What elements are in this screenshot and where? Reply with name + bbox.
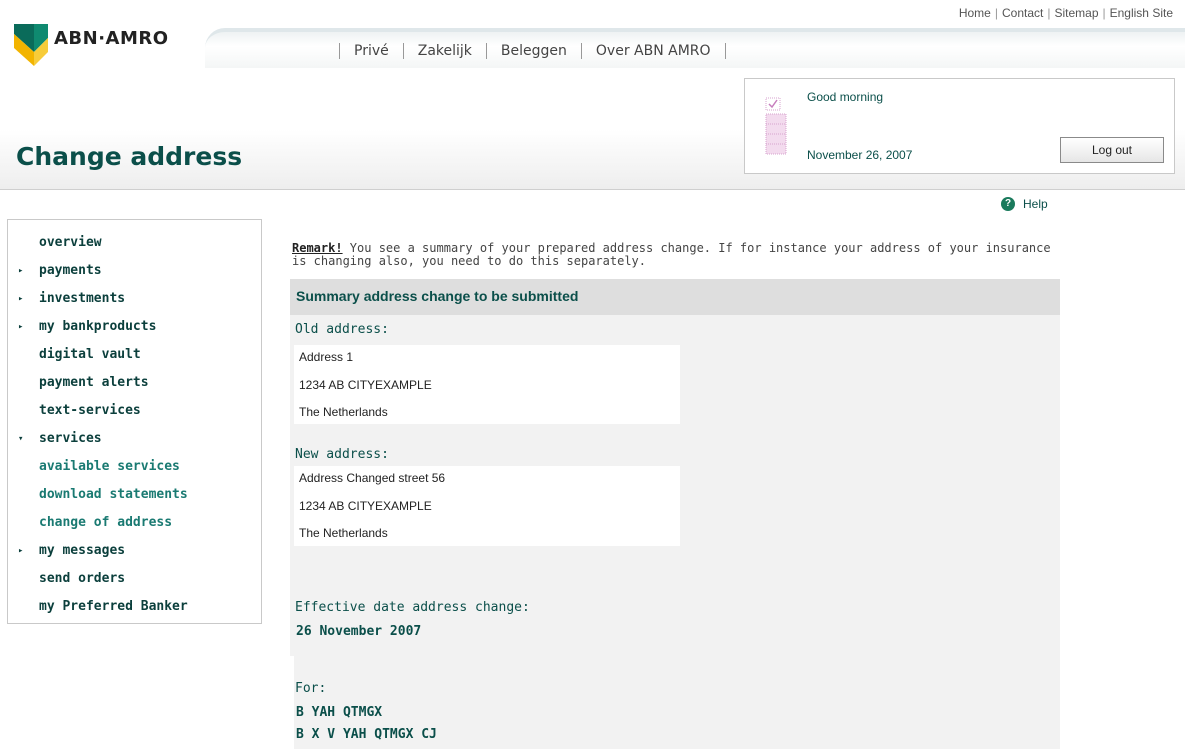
nav-beleggen[interactable]: Beleggen — [485, 43, 581, 59]
separator: | — [1047, 6, 1051, 20]
sidebar-item-label: my messages — [39, 543, 126, 558]
link-sitemap[interactable]: Sitemap — [1054, 6, 1098, 20]
sidebar-item-text-services[interactable]: text-services — [8, 401, 261, 421]
main-nav: Privé Zakelijk Beleggen Over ABN AMRO — [205, 28, 1185, 68]
sidebar-item-my-messages[interactable]: ▸ my messages — [8, 541, 261, 561]
for-name-2: B X V YAH QTMGX CJ — [296, 727, 437, 742]
chevron-right-icon: ▸ — [18, 294, 24, 304]
old-address-line-2: 1234 AB CITYEXAMPLE — [299, 378, 432, 392]
logout-button[interactable]: Log out — [1060, 137, 1164, 163]
new-address-label: New address: — [295, 447, 389, 462]
sidebar-item-available-services[interactable]: available services — [8, 457, 261, 477]
sidebar-item-label: text-services — [39, 403, 141, 418]
sidebar-item-payment-alerts[interactable]: payment alerts — [8, 373, 261, 393]
shield-logo-icon — [14, 24, 48, 66]
chevron-right-icon: ▸ — [18, 546, 24, 556]
nav-prive[interactable]: Privé — [339, 43, 403, 59]
sidebar-menu: overview ▸ payments ▸ investments ▸ my bank… — [7, 219, 262, 624]
calculator-icon — [765, 97, 787, 155]
separator: | — [1102, 6, 1106, 20]
sidebar-item-overview[interactable]: overview — [8, 233, 261, 253]
sidebar-item-send-orders[interactable]: send orders — [8, 569, 261, 589]
page-title: Change address — [16, 142, 243, 171]
remark-text: Remark! You see a summary of your prepar… — [292, 242, 1062, 268]
greeting-date: November 26, 2007 — [807, 148, 913, 162]
new-address-line-2: 1234 AB CITYEXAMPLE — [299, 499, 432, 513]
sidebar-item-my-preferred-banker[interactable]: my Preferred Banker — [8, 597, 261, 617]
old-address-line-1: Address 1 — [299, 350, 354, 364]
sidebar-item-investments[interactable]: ▸ investments — [8, 289, 261, 309]
chevron-down-icon: ▾ — [18, 434, 24, 444]
sidebar-item-label: payment alerts — [39, 375, 149, 390]
greeting-text: Good morning — [807, 90, 884, 104]
nav-over-abn-amro[interactable]: Over ABN AMRO — [580, 43, 725, 59]
for-label: For: — [295, 681, 327, 696]
panel-edge — [290, 656, 294, 749]
new-address-box: Address Changed street 56 1234 AB CITYEX… — [294, 466, 680, 546]
link-contact[interactable]: Contact — [1002, 6, 1043, 20]
sidebar-item-services[interactable]: ▾ services — [8, 429, 261, 449]
help-icon: ? — [1001, 197, 1015, 211]
sidebar-item-label: investments — [39, 291, 126, 306]
sidebar-item-label: change of address — [39, 515, 173, 530]
chevron-right-icon: ▸ — [18, 322, 24, 332]
separator: | — [994, 6, 998, 20]
chevron-right-icon: ▸ — [18, 266, 24, 276]
sidebar-item-digital-vault[interactable]: digital vault — [8, 345, 261, 365]
new-address-line-3: The Netherlands — [299, 526, 388, 540]
old-address-box: Address 1 1234 AB CITYEXAMPLE The Nether… — [294, 345, 680, 424]
help-label: Help — [1023, 197, 1048, 211]
link-home[interactable]: Home — [959, 6, 991, 20]
sidebar-item-change-of-address[interactable]: change of address — [8, 513, 261, 533]
sidebar-item-payments[interactable]: ▸ payments — [8, 261, 261, 281]
for-name-1: B YAH QTMGX — [296, 705, 383, 720]
effective-date-label: Effective date address change: — [295, 600, 530, 615]
old-address-line-3: The Netherlands — [299, 405, 388, 419]
summary-heading: Summary address change to be submitted — [290, 279, 1060, 315]
sidebar-item-label: services — [39, 431, 102, 446]
logo-text: ABN·AMRO — [54, 27, 169, 49]
nav-zakelijk[interactable]: Zakelijk — [402, 43, 486, 59]
greeting-panel: Good morning November 26, 2007 Log out — [744, 78, 1175, 174]
sidebar-item-label: payments — [39, 263, 102, 278]
link-english-site[interactable]: English Site — [1110, 6, 1173, 20]
sidebar-item-label: digital vault — [39, 347, 141, 362]
sidebar-item-label: available services — [39, 459, 180, 474]
sidebar-item-label: my bankproducts — [39, 319, 157, 334]
help-link[interactable]: ? Help — [1001, 197, 1048, 211]
remark-label: Remark! — [292, 241, 343, 255]
old-address-label: Old address: — [295, 322, 389, 337]
sidebar-item-label: my Preferred Banker — [39, 599, 188, 614]
new-address-line-1: Address Changed street 56 — [299, 471, 446, 485]
sidebar-item-label: overview — [39, 235, 102, 250]
abn-amro-logo[interactable]: ABN·AMRO — [14, 22, 169, 66]
sidebar-item-label: send orders — [39, 571, 126, 586]
remark-body: You see a summary of your prepared addre… — [292, 241, 1051, 268]
sidebar-item-download-statements[interactable]: download statements — [8, 485, 261, 505]
effective-date-value: 26 November 2007 — [296, 624, 422, 639]
nav-separator — [724, 43, 726, 59]
utility-links: Home | Contact | Sitemap | English Site — [959, 6, 1173, 20]
sidebar-item-my-bankproducts[interactable]: ▸ my bankproducts — [8, 317, 261, 337]
summary-panel: Summary address change to be submitted O… — [290, 279, 1060, 749]
sidebar-item-label: download statements — [39, 487, 188, 502]
